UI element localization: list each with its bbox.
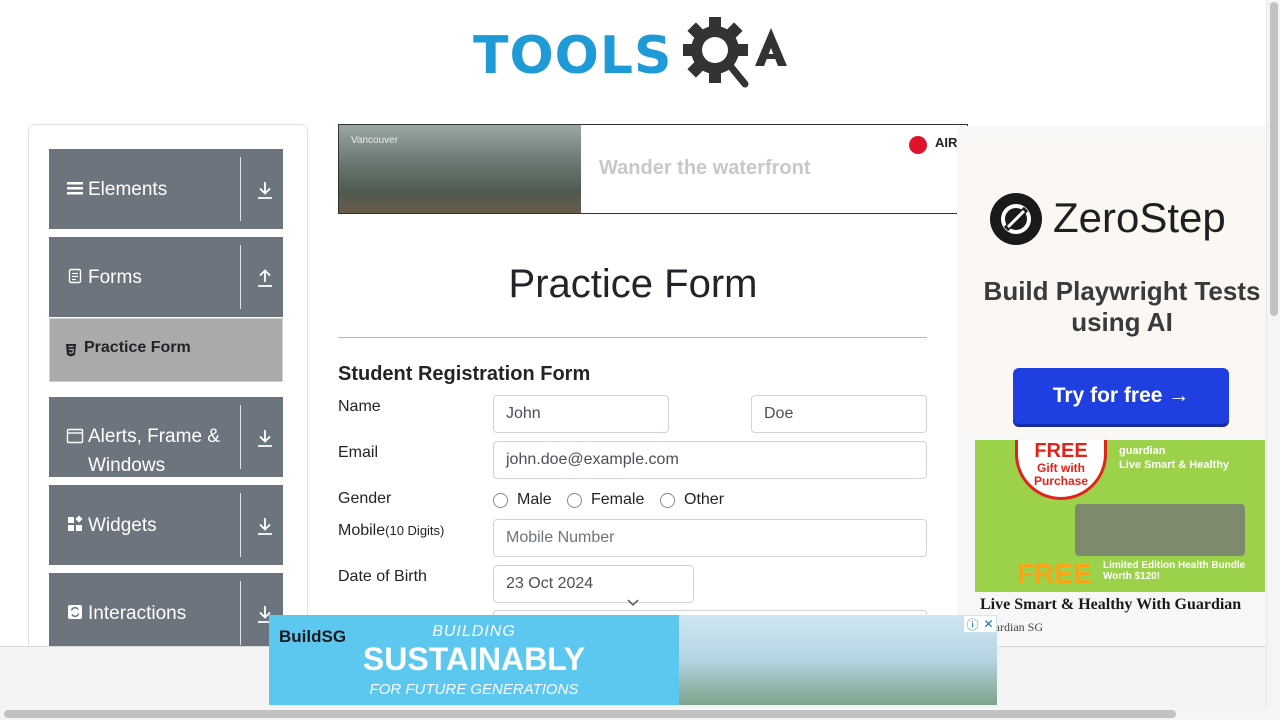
ad-photo-tag: Vancouver (351, 135, 399, 146)
divider (240, 493, 241, 557)
mobile-label: Mobile(10 Digits) (338, 522, 444, 540)
radio-label: Other (684, 491, 725, 508)
divider (240, 581, 241, 645)
page-title: Practice Form (508, 262, 758, 306)
ad-info-icon[interactable]: ⓘ (966, 616, 978, 633)
ad-line-1: BUILDING (432, 623, 516, 640)
sidebar-group-forms[interactable]: Forms (49, 237, 283, 317)
divider (338, 337, 927, 338)
sidebar-group-label: Alerts, Frame & Windows (88, 426, 220, 476)
form-icon (68, 268, 82, 284)
download-arrow-icon[interactable] (255, 179, 275, 201)
divider (240, 245, 241, 309)
interactions-icon (68, 605, 82, 619)
divider (240, 405, 241, 469)
email-input[interactable]: john.doe@example.com (493, 441, 927, 479)
zerostep-headline: Build Playwright Tests using AI (983, 276, 1261, 337)
form-heading: Student Registration Form (338, 363, 591, 385)
scrollbar-thumb[interactable] (1270, 2, 1278, 316)
date-of-birth-label: Date of Birth (338, 568, 427, 585)
upload-arrow-icon[interactable] (255, 267, 275, 289)
horizontal-scrollbar[interactable] (0, 708, 1280, 720)
guardian-brand-tagline: Live Smart & Healthy (1119, 459, 1230, 471)
zerostep-name: ZeroStep (1053, 194, 1226, 241)
ad-controls: ⓘ ✕ (964, 616, 996, 632)
widgets-icon (68, 515, 83, 531)
sidebar-group-label: Interactions (88, 603, 187, 624)
sidebar-item-practice-form[interactable]: Practice Form (49, 318, 283, 382)
logo-gear-qa-icon (683, 17, 787, 88)
date-of-birth-input[interactable]: 23 Oct 2024 (493, 565, 694, 603)
first-name-input[interactable]: John (493, 395, 669, 433)
free-big-text: FREE (1017, 558, 1092, 589)
top-banner-ad[interactable]: Vancouver Wander the waterfront AIR (338, 124, 968, 214)
chevron-down-icon (627, 599, 639, 607)
promo-text: Limited Edition Health Bundle Worth $120… (1103, 560, 1246, 582)
mobile-input[interactable]: Mobile Number (493, 519, 927, 557)
left-sidebar: Elements Forms Practice Form Alerts, Fra… (28, 124, 308, 664)
sidebar-group-interactions[interactable]: Interactions (49, 573, 283, 653)
zerostep-logo-icon (990, 193, 1042, 245)
buildsg-logo: BuildSG (279, 627, 347, 646)
sidebar-group-label: Widgets (88, 515, 157, 536)
sidebar-group-alerts-frame-windows[interactable]: Alerts, Frame & Windows (49, 397, 283, 477)
airline-logo-icon (909, 136, 927, 154)
ad-brand: AIR (935, 135, 958, 150)
last-name-input[interactable]: Doe (751, 395, 927, 433)
guardian-caption[interactable]: Live Smart & Healthy With Guardian (980, 596, 1241, 614)
ad-line-2: SUSTAINABLY (362, 641, 586, 677)
mobile-label-hint: (10 Digits) (385, 523, 445, 538)
guardian-brand: guardian Live Smart & Healthy (1119, 444, 1229, 472)
site-logo[interactable]: TOOLS (473, 14, 797, 90)
gender-radio-other[interactable]: Other (660, 491, 724, 509)
radio-label: Male (517, 491, 552, 508)
sidebar-group-label: Elements (88, 179, 168, 200)
guardian-brand-name: guardian (1119, 445, 1166, 457)
mobile-label-text: Mobile (338, 522, 386, 539)
radio-label: Female (591, 491, 645, 508)
sidebar-group-elements[interactable]: Elements (49, 149, 283, 229)
radio-circle[interactable] (567, 492, 582, 508)
radio-circle[interactable] (493, 492, 508, 508)
gender-radio-male[interactable]: Male (493, 491, 552, 509)
free-gift-badge: FREE Gift with Purchase (1015, 440, 1107, 500)
radio-circle[interactable] (660, 492, 675, 508)
divider (240, 157, 241, 221)
logo-text: TOOLS (473, 26, 673, 86)
ad-line-3: FOR FUTURE GENERATIONS (369, 681, 579, 698)
gender-label: Gender (338, 490, 392, 507)
guardian-ad[interactable]: FREE Gift with Purchase guardian Live Sm… (975, 440, 1265, 592)
ad-scene-image (679, 615, 997, 705)
vertical-scrollbar[interactable] (1266, 0, 1280, 708)
zerostep-ad[interactable]: ZeroStep Build Playwright Tests using AI… (957, 140, 1265, 436)
download-arrow-icon[interactable] (255, 427, 275, 449)
product-image (1075, 504, 1245, 556)
window-icon (66, 428, 84, 444)
html5-icon (66, 344, 76, 357)
right-ad-column: ZeroStep Build Playwright Tests using AI… (957, 126, 1280, 646)
ad-photo: Vancouver (339, 125, 581, 213)
bottom-banner-ad[interactable]: BuildSG BUILDING SUSTAINABLY FOR FUTURE … (269, 615, 997, 705)
gender-radio-female[interactable]: Female (567, 491, 644, 509)
ad-tagline: Wander the waterfront (599, 157, 811, 179)
name-label: Name (338, 398, 381, 415)
scrollbar-thumb[interactable] (4, 710, 1176, 718)
try-for-free-button[interactable]: Try for free → (1013, 368, 1229, 424)
menu-icon (67, 182, 83, 195)
sidebar-item-label: Practice Form (84, 339, 191, 356)
download-arrow-icon[interactable] (255, 515, 275, 537)
page: TOOLS Elements Forms Practice Form Alert… (0, 0, 1280, 720)
sidebar-group-widgets[interactable]: Widgets (49, 485, 283, 565)
badge-gift-text: Gift with Purchase (1033, 461, 1089, 488)
badge-free-text: FREE (1034, 440, 1088, 462)
close-icon[interactable]: ✕ (983, 617, 993, 631)
email-label: Email (338, 444, 379, 461)
sidebar-group-label: Forms (88, 267, 142, 288)
